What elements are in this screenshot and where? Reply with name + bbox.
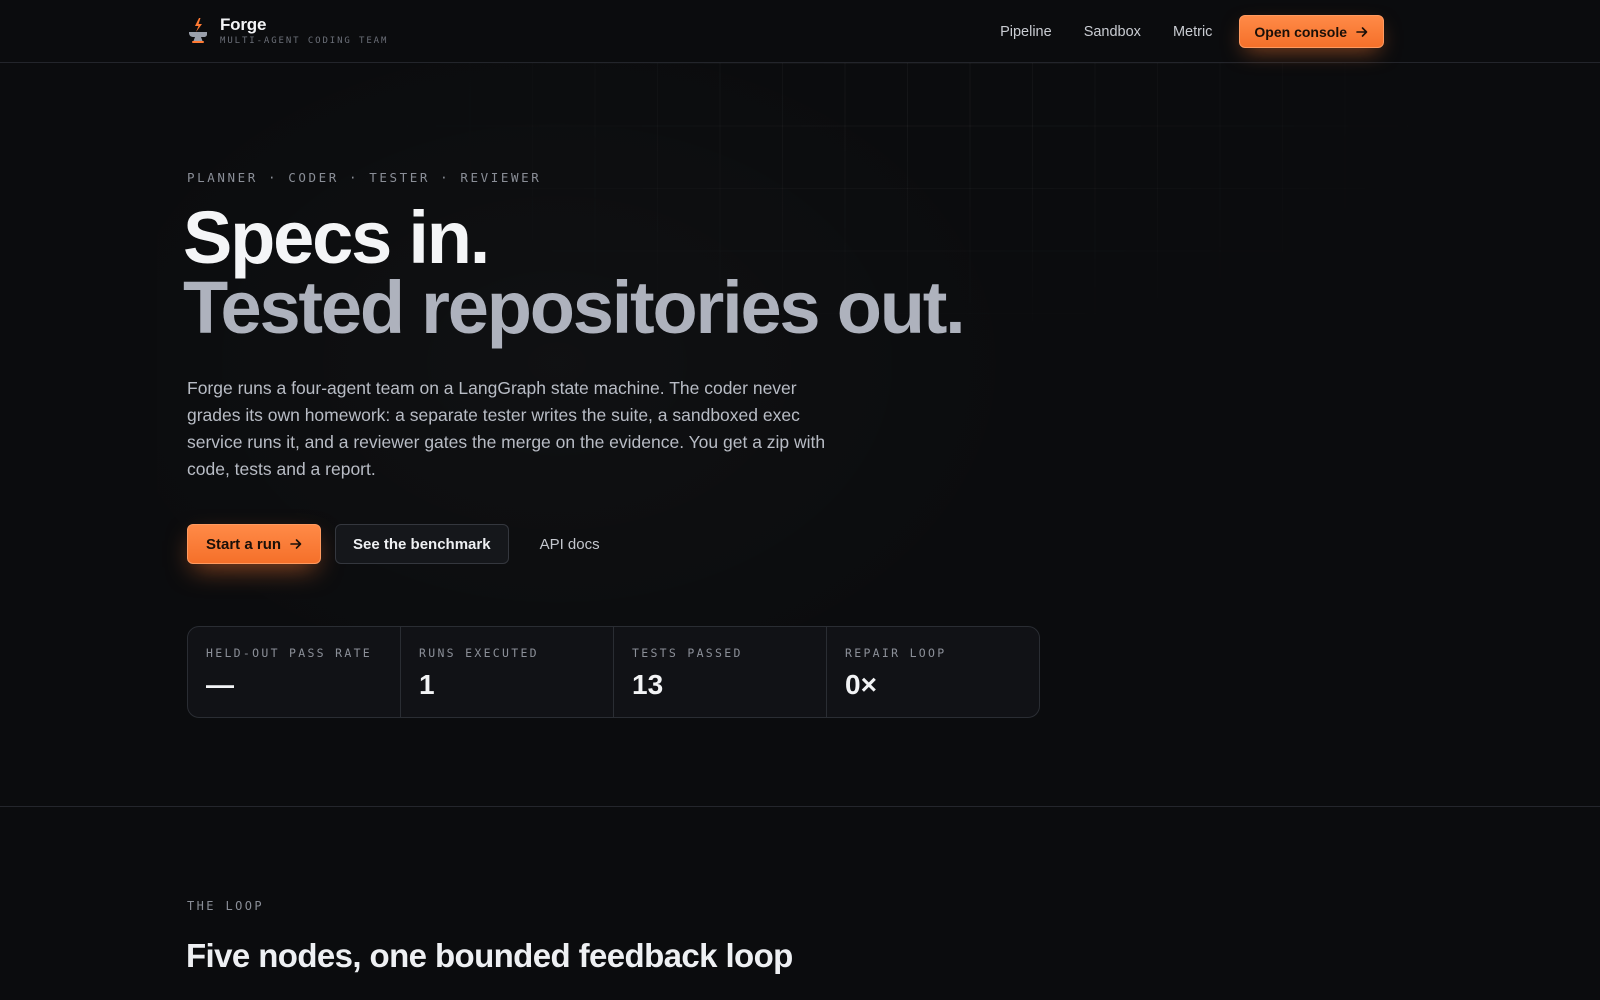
- hero-eyebrow: PLANNER · CODER · TESTER · REVIEWER: [187, 170, 542, 185]
- start-run-button[interactable]: Start a run: [187, 524, 322, 564]
- stat-label: REPAIR LOOP: [845, 646, 947, 660]
- stat-label: RUNS EXECUTED: [419, 646, 539, 660]
- open-console-label: Open console: [1254, 23, 1347, 40]
- anvil-flame-icon: [189, 18, 207, 43]
- nav-link-sandbox[interactable]: Sandbox: [1084, 16, 1141, 48]
- loop-section: THE LOOP Five nodes, one bounded feedbac…: [0, 808, 1600, 1000]
- brand-tagline: MULTI-AGENT CODING TEAM: [220, 36, 389, 46]
- api-docs-link[interactable]: API docs: [540, 536, 600, 553]
- stat-runs-executed: RUNS EXECUTED 1: [401, 627, 614, 717]
- loop-eyebrow: THE LOOP: [187, 899, 264, 913]
- stat-repair-loop: REPAIR LOOP 0×: [827, 627, 1039, 717]
- stat-held-out-pass-rate: HELD-OUT PASS RATE —: [188, 627, 401, 717]
- hero-headline: Specs in. Tested repositories out.: [183, 196, 966, 349]
- arrow-right-icon: [290, 539, 302, 549]
- main-nav: Pipeline Sandbox Metric Open console: [968, 15, 1384, 48]
- brand-name: Forge: [220, 15, 267, 34]
- stat-tests-passed: TESTS PASSED 13: [614, 627, 827, 717]
- stat-value: 13: [632, 669, 664, 700]
- nav-link-metric[interactable]: Metric: [1173, 16, 1212, 48]
- headline-line-1: Specs in.: [183, 196, 490, 279]
- hero-section: PLANNER · CODER · TESTER · REVIEWER Spec…: [0, 63, 1600, 807]
- hero-description: Forge runs a four-agent team on a LangGr…: [187, 378, 826, 479]
- stats-card: HELD-OUT PASS RATE — RUNS EXECUTED 1 TES…: [187, 626, 1040, 718]
- stat-label: HELD-OUT PASS RATE: [206, 646, 373, 660]
- hero-cta-row: Start a run See the benchmark API docs: [187, 524, 600, 564]
- see-benchmark-button[interactable]: See the benchmark: [335, 524, 509, 564]
- open-console-button[interactable]: Open console: [1239, 15, 1384, 48]
- page: Forge MULTI-AGENT CODING TEAM Pipeline S…: [0, 0, 1600, 1000]
- brand-home-link[interactable]: Forge MULTI-AGENT CODING TEAM: [187, 15, 388, 47]
- start-run-label: Start a run: [206, 535, 282, 553]
- stat-value: 1: [419, 669, 435, 700]
- arrow-right-icon: [1356, 26, 1368, 37]
- stat-value: 0×: [845, 669, 877, 700]
- headline-line-2: Tested repositories out.: [183, 266, 966, 349]
- loop-title: Five nodes, one bounded feedback loop: [186, 937, 793, 974]
- top-navigation-bar: Forge MULTI-AGENT CODING TEAM Pipeline S…: [0, 0, 1600, 63]
- stat-label: TESTS PASSED: [632, 646, 743, 660]
- brand-text: Forge MULTI-AGENT CODING TEAM: [220, 15, 388, 47]
- nav-link-pipeline[interactable]: Pipeline: [1000, 16, 1052, 48]
- stat-value: —: [206, 669, 234, 700]
